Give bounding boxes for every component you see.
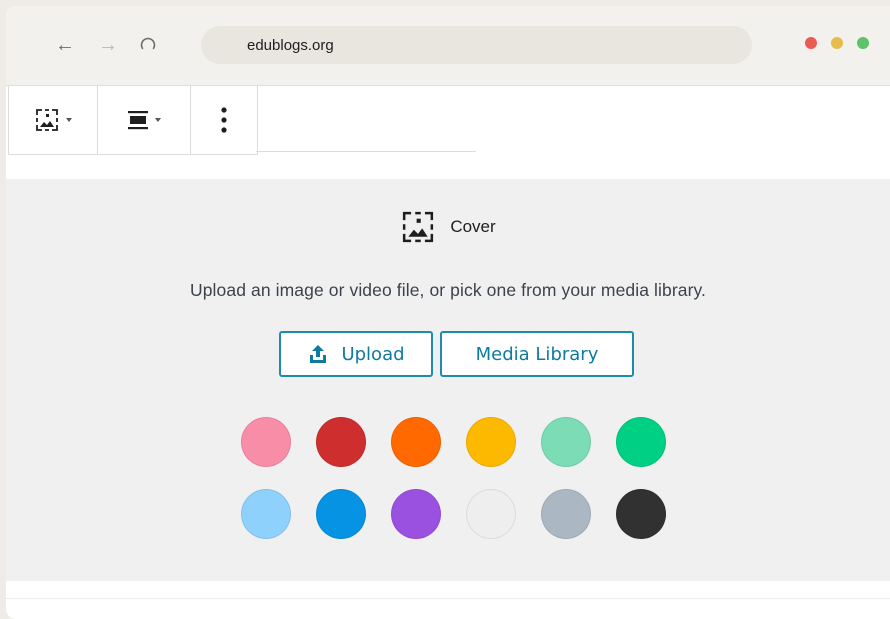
align-full-icon xyxy=(128,111,148,130)
color-swatch[interactable] xyxy=(466,489,516,539)
window-controls xyxy=(805,37,869,49)
block-type-switcher[interactable] xyxy=(9,86,98,154)
cover-title-row: Cover xyxy=(6,209,890,245)
browser-window: ← → edublogs.org Cover Upload an image o… xyxy=(6,6,890,619)
address-bar-url: edublogs.org xyxy=(247,36,334,54)
vertical-ellipsis-icon xyxy=(221,107,227,133)
window-minimize-button[interactable] xyxy=(831,37,843,49)
more-options-button[interactable] xyxy=(191,86,257,154)
color-swatch[interactable] xyxy=(241,417,291,467)
color-swatch[interactable] xyxy=(391,417,441,467)
color-swatch[interactable] xyxy=(466,417,516,467)
window-maximize-button[interactable] xyxy=(857,37,869,49)
toolbar-divider xyxy=(256,151,476,152)
color-swatch[interactable] xyxy=(391,489,441,539)
color-swatch[interactable] xyxy=(241,489,291,539)
reload-icon[interactable] xyxy=(137,34,159,56)
forward-arrow-icon[interactable]: → xyxy=(97,34,119,56)
cover-block-icon xyxy=(403,211,434,243)
content-divider xyxy=(6,598,890,599)
upload-button[interactable]: Upload xyxy=(279,331,433,377)
chevron-down-icon xyxy=(66,118,72,122)
color-swatch[interactable] xyxy=(316,489,366,539)
cover-block-icon xyxy=(36,109,58,131)
upload-icon xyxy=(310,345,327,363)
browser-chrome: ← → edublogs.org xyxy=(6,6,890,86)
chevron-down-icon xyxy=(155,118,161,122)
upload-button-label: Upload xyxy=(341,343,405,365)
media-library-button-label: Media Library xyxy=(475,343,599,365)
reload-arc xyxy=(140,37,156,50)
color-swatch[interactable] xyxy=(616,489,666,539)
color-swatch[interactable] xyxy=(316,417,366,467)
block-toolbar xyxy=(8,86,258,155)
window-close-button[interactable] xyxy=(805,37,817,49)
address-bar[interactable]: edublogs.org xyxy=(201,26,752,64)
back-arrow-icon[interactable]: ← xyxy=(54,34,76,56)
color-swatch[interactable] xyxy=(541,417,591,467)
color-swatch[interactable] xyxy=(541,489,591,539)
align-dropdown[interactable] xyxy=(98,86,191,154)
color-swatch[interactable] xyxy=(616,417,666,467)
cover-instructions: Upload an image or video file, or pick o… xyxy=(189,280,707,300)
cover-placeholder: Cover Upload an image or video file, or … xyxy=(6,179,890,581)
color-palette xyxy=(241,417,666,539)
cover-title: Cover xyxy=(450,217,496,236)
media-library-button[interactable]: Media Library xyxy=(440,331,634,377)
